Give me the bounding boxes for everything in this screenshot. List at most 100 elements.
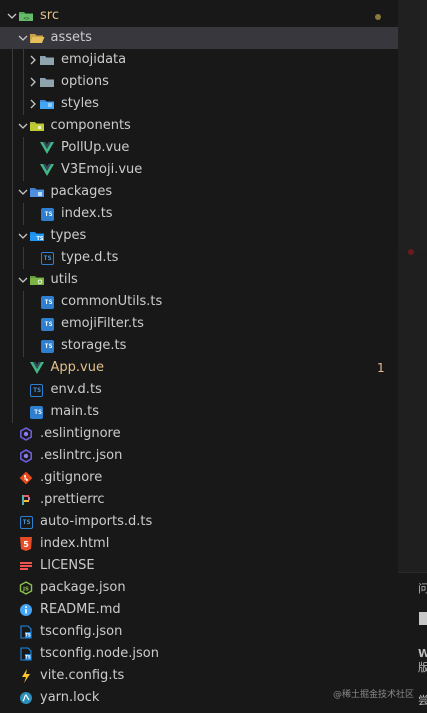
tree-item-label: package.json (40, 580, 126, 595)
tree-item-label: tsconfig.json (40, 624, 123, 639)
tree-file-row[interactable]: TS emojiFilter.ts (0, 313, 398, 335)
vue-icon (29, 357, 45, 379)
tree-item-label: types (50, 228, 87, 243)
tree-folder-row[interactable]: packages (0, 181, 398, 203)
tree-item-label: env.d.ts (50, 382, 102, 397)
svg-text:5: 5 (23, 540, 29, 549)
tree-file-row[interactable]: .prettierrc (0, 489, 398, 511)
tree-item-label: App.vue (50, 360, 104, 375)
nodejs-icon: JS (18, 577, 34, 599)
yarn-icon (18, 687, 34, 709)
editor-area (398, 0, 427, 713)
tree-item-label: type.d.ts (61, 250, 119, 265)
tree-file-row[interactable]: README.md (0, 599, 398, 621)
typescript-def-icon: TS (39, 247, 55, 269)
tree-item-label: packages (50, 184, 113, 199)
tree-item-label: emojiFilter.ts (61, 316, 144, 331)
watermark: @稀土掘金技术社区 (333, 690, 415, 700)
tree-item-label: index.ts (61, 206, 113, 221)
tree-folder-row[interactable]: styles (0, 93, 398, 115)
explorer-panel: <> src assets emojidata options styles compone… (0, 0, 398, 713)
tree-item-label: tsconfig.node.json (40, 646, 159, 661)
tsconfig-icon: TS (18, 621, 34, 643)
svg-text:TS: TS (36, 236, 43, 242)
folder-icon (39, 71, 55, 93)
panel-text-fragment: 尝 (418, 694, 427, 707)
html-icon: 5 (18, 533, 34, 555)
tree-file-row[interactable]: .gitignore (0, 467, 398, 489)
tree-file-row[interactable]: TS storage.ts (0, 335, 398, 357)
tree-item-label: .eslintrc.json (40, 448, 123, 463)
tree-folder-row[interactable]: assets (0, 27, 398, 49)
panel-cursor-block (419, 612, 427, 625)
tree-item-label: .prettierrc (40, 492, 105, 507)
typescript-def-icon: TS (18, 511, 34, 533)
tree-item-label: auto-imports.d.ts (40, 514, 153, 529)
tree-item-label: commonUtils.ts (61, 294, 163, 309)
tree-file-row[interactable]: TS type.d.ts (0, 247, 398, 269)
tree-file-row[interactable]: TS env.d.ts (0, 379, 398, 401)
svg-text:TS: TS (25, 633, 31, 638)
svg-text:JS: JS (22, 587, 29, 593)
breakpoint-marker (408, 249, 414, 255)
tree-item-label: options (61, 74, 109, 89)
tree-item-label: styles (61, 96, 99, 111)
tree-file-row[interactable]: PollUp.vue (0, 137, 398, 159)
modified-dot (375, 14, 381, 20)
eslint-icon (18, 423, 34, 445)
tree-item-label: index.html (40, 536, 110, 551)
tree-file-row[interactable]: JS package.json (0, 577, 398, 599)
tree-folder-row[interactable]: <> src (0, 5, 398, 27)
tree-file-row[interactable]: TS commonUtils.ts (0, 291, 398, 313)
svg-text:<>: <> (23, 16, 29, 22)
tree-item-label: V3Emoji.vue (61, 162, 143, 177)
tree-item-label: emojidata (61, 52, 127, 67)
tree-file-row[interactable]: 5 index.html (0, 533, 398, 555)
vite-icon (18, 665, 34, 687)
tree-file-row[interactable]: TS tsconfig.node.json (0, 643, 398, 665)
tree-file-row[interactable]: TS main.ts (0, 401, 398, 423)
tree-item-label: PollUp.vue (61, 140, 130, 155)
panel-text-fragment: 问 (418, 582, 427, 595)
folder-utils-icon (29, 269, 45, 291)
tree-file-row[interactable]: vite.config.ts (0, 665, 398, 687)
tree-file-row[interactable]: TS auto-imports.d.ts (0, 511, 398, 533)
folder-src-icon: <> (18, 5, 34, 27)
tree-item-label: .gitignore (40, 470, 103, 485)
tree-file-row[interactable]: .eslintrc.json (0, 445, 398, 467)
typescript-def-icon: TS (29, 379, 45, 401)
eslint-icon (18, 445, 34, 467)
tree-folder-row[interactable]: TS types (0, 225, 398, 247)
tree-folder-row[interactable]: components (0, 115, 398, 137)
git-icon (18, 467, 34, 489)
tree-item-label: components (50, 118, 131, 133)
tree-file-row[interactable]: TS index.ts (0, 203, 398, 225)
tree-file-row[interactable]: LICENSE (0, 555, 398, 577)
folder-icon (39, 49, 55, 71)
svg-text:TS: TS (25, 655, 31, 660)
tree-item-label: utils (50, 272, 78, 287)
tree-item-label: vite.config.ts (40, 668, 125, 683)
typescript-icon: TS (29, 401, 45, 423)
tree-file-row[interactable]: .eslintignore (0, 423, 398, 445)
info-icon (18, 599, 34, 621)
folder-open-icon (29, 27, 45, 49)
typescript-icon: TS (39, 203, 55, 225)
problem-count-badge: 1 (377, 361, 385, 375)
panel-text-fragment: 版 (418, 661, 427, 674)
tree-item-label: src (40, 8, 59, 23)
tree-folder-row[interactable]: utils (0, 269, 398, 291)
typescript-icon: TS (39, 335, 55, 357)
panel-text-fragment: W (418, 647, 427, 660)
tree-folder-row[interactable]: options (0, 71, 398, 93)
tree-item-label: main.ts (50, 404, 99, 419)
tree-file-row[interactable]: App.vue 1 (0, 357, 398, 379)
typescript-icon: TS (39, 313, 55, 335)
tree-file-row[interactable]: V3Emoji.vue (0, 159, 398, 181)
folder-styles-icon (39, 93, 55, 115)
tree-item-label: README.md (40, 602, 121, 617)
tree-folder-row[interactable]: emojidata (0, 49, 398, 71)
tree-file-row[interactable]: TS tsconfig.json (0, 621, 398, 643)
folder-packages-icon (29, 181, 45, 203)
tree-item-label: assets (50, 30, 92, 45)
